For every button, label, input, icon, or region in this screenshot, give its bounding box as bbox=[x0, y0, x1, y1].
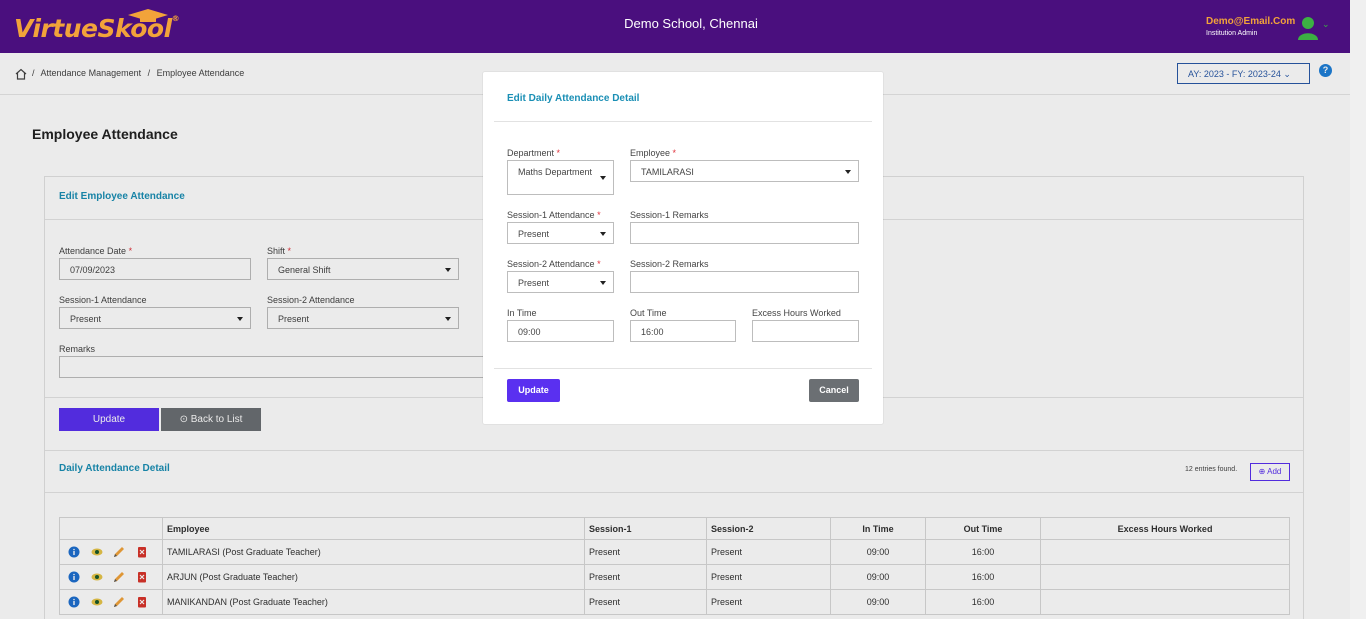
session1-remarks-label: Session-1 Remarks bbox=[630, 210, 709, 220]
employee-label: Employee * bbox=[630, 148, 677, 158]
department-label: Department * bbox=[507, 148, 561, 158]
school-name: Demo School, Chennai bbox=[624, 16, 758, 31]
logo-registered-mark: ® bbox=[171, 14, 180, 23]
top-header: VirtueSkool® Demo School, Chennai Demo@E… bbox=[0, 0, 1350, 53]
chevron-down-icon[interactable]: ⌄ bbox=[1322, 19, 1330, 30]
out-time-label: Out Time bbox=[630, 308, 667, 318]
department-select[interactable]: Maths Department bbox=[507, 160, 614, 195]
session2-remarks-input[interactable] bbox=[630, 271, 859, 293]
user-avatar-icon[interactable] bbox=[1298, 16, 1318, 40]
employee-select[interactable]: TAMILARASI bbox=[630, 160, 859, 182]
modal-cancel-button[interactable]: Cancel bbox=[809, 379, 859, 402]
caret-down-icon bbox=[845, 170, 851, 174]
session1-attendance-select[interactable]: Present bbox=[507, 222, 614, 244]
user-email[interactable]: Demo@Email.Com bbox=[1206, 16, 1295, 27]
session1-attendance-label: Session-1 Attendance * bbox=[507, 210, 601, 220]
caret-down-icon bbox=[600, 232, 606, 236]
modal-title: Edit Daily Attendance Detail bbox=[507, 93, 640, 104]
session2-attendance-label: Session-2 Attendance * bbox=[507, 259, 601, 269]
edit-daily-attendance-modal: Edit Daily Attendance Detail Department … bbox=[483, 72, 883, 424]
graduation-cap-icon bbox=[128, 9, 168, 22]
modal-divider bbox=[494, 368, 872, 369]
caret-down-icon bbox=[600, 281, 606, 285]
caret-down-icon bbox=[600, 176, 606, 180]
modal-divider bbox=[494, 121, 872, 122]
in-time-input[interactable]: 09:00 bbox=[507, 320, 614, 342]
excess-hours-label: Excess Hours Worked bbox=[752, 308, 841, 318]
session2-remarks-label: Session-2 Remarks bbox=[630, 259, 709, 269]
session1-remarks-input[interactable] bbox=[630, 222, 859, 244]
out-time-input[interactable]: 16:00 bbox=[630, 320, 736, 342]
page-scrollbar[interactable] bbox=[1350, 0, 1366, 619]
excess-hours-input[interactable] bbox=[752, 320, 859, 342]
user-role: Institution Admin bbox=[1206, 30, 1258, 37]
modal-update-button[interactable]: Update bbox=[507, 379, 560, 402]
in-time-label: In Time bbox=[507, 308, 537, 318]
session2-attendance-select[interactable]: Present bbox=[507, 271, 614, 293]
